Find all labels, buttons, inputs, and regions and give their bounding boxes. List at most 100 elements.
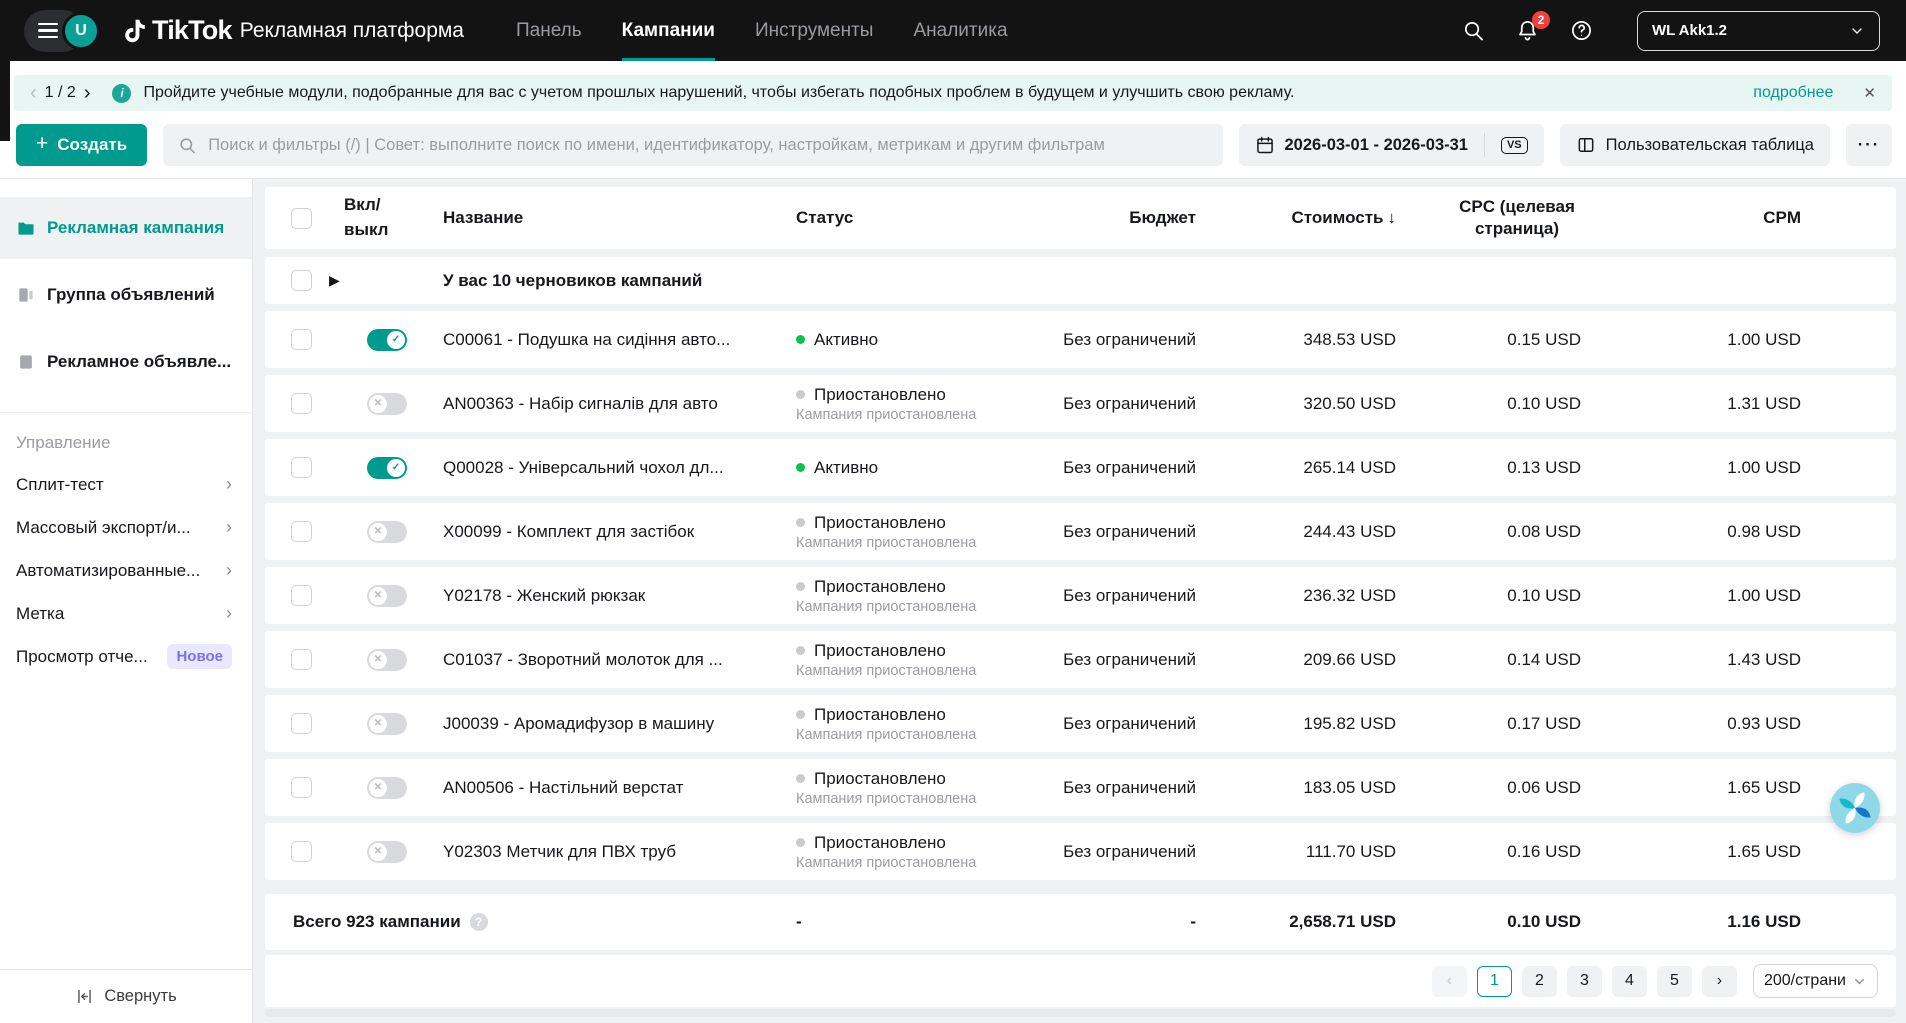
avatar[interactable]: U <box>62 11 100 50</box>
sidebar-collapse-button[interactable]: Свернуть <box>0 969 252 1023</box>
row-checkbox[interactable] <box>291 777 312 798</box>
status-subtext: Кампания приостановлена <box>796 726 977 743</box>
cost-cell: 111.70 USD <box>1305 841 1396 861</box>
toggle-knob <box>369 778 387 797</box>
sidebar-item-adgroup[interactable]: Группа объявлений <box>0 264 252 326</box>
horizontal-scrollbar[interactable] <box>265 1009 1896 1017</box>
totals-label: Всего 923 кампании <box>293 912 461 931</box>
sidebar-item-campaign[interactable]: Рекламная кампания <box>0 197 252 259</box>
nav-tools[interactable]: Инструменты <box>755 0 873 61</box>
page-button-3[interactable]: 3 <box>1566 965 1602 997</box>
budget-cell: Без ограничений <box>1063 393 1196 413</box>
compare-vs-icon[interactable]: VS <box>1500 136 1528 154</box>
campaign-toggle[interactable] <box>367 328 407 351</box>
tiktok-logo: TikTok Рекламная платформа <box>120 15 464 46</box>
campaign-toggle[interactable] <box>367 840 407 863</box>
divider <box>1483 133 1485 157</box>
row-checkbox[interactable] <box>291 713 312 734</box>
help-circle-icon[interactable]: ? <box>469 913 488 931</box>
page-size-select[interactable]: 200/страни <box>1752 964 1878 998</box>
campaign-name[interactable]: AN00363 - Набір сигналів для авто <box>423 394 796 414</box>
budget-cell: Без ограничений <box>1063 329 1196 349</box>
sidebar-item-label-tag[interactable]: Метка › <box>0 592 252 635</box>
sidebar-item-automated-rules[interactable]: Автоматизированные... › <box>0 549 252 592</box>
budget-cell: Без ограничений <box>1063 457 1196 477</box>
campaign-name[interactable]: Y02303 Метчик для ПВХ труб <box>423 842 796 862</box>
campaign-name[interactable]: AN00506 - Настільний верстат <box>423 778 796 798</box>
nav-analytics[interactable]: Аналитика <box>913 0 1007 61</box>
campaign-name[interactable]: C00061 - Подушка на сидіння авто... <box>423 330 796 350</box>
menu-drawer-edge <box>0 61 10 141</box>
search-icon[interactable] <box>1461 19 1485 43</box>
main-menu[interactable]: U <box>24 9 100 52</box>
row-checkbox[interactable] <box>291 457 312 478</box>
sidebar-item-view-reports[interactable]: Просмотр отче... Новое <box>0 635 252 678</box>
totals-row: Всего 923 кампании ? - - 2,658.71 USD 0.… <box>265 894 1896 950</box>
custom-table-button[interactable]: Пользовательская таблица <box>1559 124 1830 166</box>
cpm-cell: 1.31 USD <box>1727 393 1801 413</box>
row-checkbox[interactable] <box>291 521 312 542</box>
plus-icon: + <box>36 132 49 155</box>
header-checkbox-cell <box>265 207 323 229</box>
notifications-bell-icon[interactable]: 2 <box>1515 10 1550 43</box>
help-icon[interactable] <box>1569 19 1593 43</box>
custom-table-label: Пользовательская таблица <box>1605 135 1814 154</box>
nav-dashboard[interactable]: Панель <box>516 0 582 61</box>
totals-cpm: 1.16 USD <box>1727 912 1801 931</box>
draft-checkbox[interactable] <box>291 270 312 291</box>
status-subtext: Кампания приостановлена <box>796 854 977 871</box>
row-checkbox[interactable] <box>291 329 312 350</box>
row-checkbox[interactable] <box>291 649 312 670</box>
row-checkbox[interactable] <box>291 841 312 862</box>
campaign-toggle[interactable] <box>367 520 407 543</box>
header-cpc: CPC (целевая страница) <box>1459 196 1575 238</box>
header-cpm: CPM <box>1763 208 1801 227</box>
campaign-toggle[interactable] <box>367 456 407 479</box>
search-placeholder: Поиск и фильтры (/) | Совет: выполните п… <box>208 135 1105 154</box>
row-checkbox[interactable] <box>291 585 312 606</box>
page-button-5[interactable]: 5 <box>1656 965 1692 997</box>
campaign-toggle[interactable] <box>367 712 407 735</box>
date-range-button[interactable]: 2026-03-01 - 2026-03-31 VS <box>1238 124 1544 166</box>
campaign-name[interactable]: C01037 - Зворотний молоток для ... <box>423 650 796 670</box>
sidebar-item-bulk-export[interactable]: Массовый экспорт/и... › <box>0 506 252 549</box>
select-all-checkbox[interactable] <box>291 207 312 229</box>
topbar-actions: 2 WL Akk1.2 <box>1461 10 1880 51</box>
drafts-notice[interactable]: У вас 10 черновиков кампаний <box>423 271 796 291</box>
campaign-name[interactable]: J00039 - Аромадифузор в машину <box>423 714 796 734</box>
date-range-label: 2026-03-01 - 2026-03-31 <box>1284 135 1468 154</box>
row-checkbox-cell <box>265 329 323 350</box>
header-cost-sortable[interactable]: Стоимость ↓ <box>1196 208 1396 228</box>
campaign-toggle[interactable] <box>367 648 407 671</box>
more-actions-button[interactable]: ··· <box>1846 124 1892 166</box>
account-selector[interactable]: WL Akk1.2 <box>1637 10 1880 51</box>
floating-promo-icon[interactable] <box>1830 783 1880 833</box>
campaign-toggle[interactable] <box>367 392 407 415</box>
sidebar-item-split-test[interactable]: Сплит-тест › <box>0 463 252 506</box>
close-icon[interactable]: ✕ <box>1863 84 1876 102</box>
nav-campaigns[interactable]: Кампании <box>621 0 715 61</box>
sidebar: Рекламная кампания Группа объявлений Рек… <box>0 179 253 1023</box>
banner-next-icon[interactable]: › <box>84 82 91 105</box>
search-input[interactable]: Поиск и фильтры (/) | Совет: выполните п… <box>163 124 1223 166</box>
page-button-2[interactable]: 2 <box>1521 965 1557 997</box>
columns-icon <box>1578 138 1594 152</box>
page-prev-button[interactable]: ‹ <box>1431 965 1467 997</box>
campaign-name[interactable]: Y02178 - Женский рюкзак <box>423 586 796 606</box>
campaign-toggle[interactable] <box>367 584 407 607</box>
banner-details-link[interactable]: подробнее <box>1753 84 1833 102</box>
status-cell: Активно <box>796 330 1006 350</box>
campaign-name[interactable]: X00099 - Комплект для застібок <box>423 522 796 542</box>
status-text: Приостановлено <box>814 512 946 532</box>
page-button-1[interactable]: 1 <box>1476 965 1512 997</box>
page-next-button[interactable]: › <box>1701 965 1737 997</box>
campaign-toggle[interactable] <box>367 776 407 799</box>
create-button[interactable]: + Создать <box>16 124 148 166</box>
campaign-name[interactable]: Q00028 - Універсальний чохол дл... <box>423 458 796 478</box>
page-button-4[interactable]: 4 <box>1611 965 1647 997</box>
banner-prev-icon[interactable]: ‹ <box>30 82 37 105</box>
cpm-cell: 1.43 USD <box>1727 649 1801 669</box>
expand-drafts-icon[interactable]: ▶ <box>323 272 423 289</box>
row-checkbox[interactable] <box>291 393 312 414</box>
sidebar-item-ad[interactable]: Рекламное объявле... <box>0 331 252 393</box>
